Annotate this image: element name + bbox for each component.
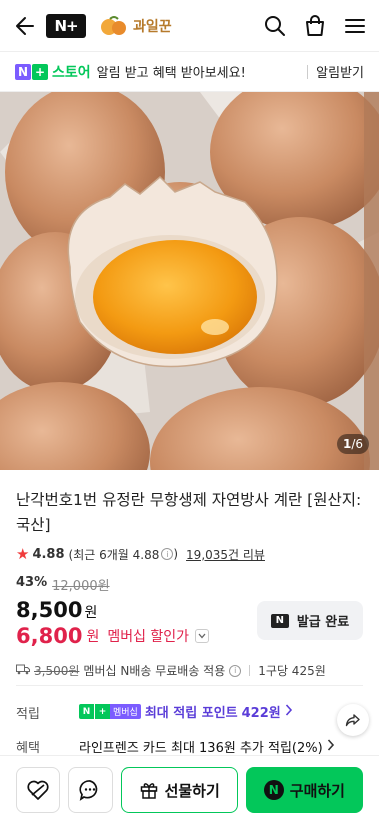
membership-badge-label: 멤버십 (110, 704, 141, 719)
shipping-row: 3,500원 멤버십 N배송 무료배송 적용 i 1구당 425원 (16, 662, 363, 679)
star-icon: ★ (16, 545, 30, 563)
review-link[interactable]: 19,035건 리뷰 (186, 546, 265, 563)
gift-icon (140, 783, 157, 799)
points-row[interactable]: N + 멤버십 최대 적립 포인트 422원 (79, 702, 293, 721)
membership-badge: N + 멤버십 (79, 704, 141, 719)
info-icon[interactable]: i (229, 664, 242, 677)
nplus-logo[interactable]: N+ (46, 13, 86, 38)
banner-message: 알림 받고 혜택 받아보세요! (96, 66, 246, 81)
buy-label: 구매하기 (289, 781, 345, 800)
heart-icon (27, 780, 49, 800)
product-image[interactable]: 1/6 (0, 92, 379, 470)
shipping-fee: 3,500원 (34, 664, 80, 678)
member-price-label: 멤버십 할인가 (107, 629, 190, 645)
discount-row: 43% 12,000원 (16, 575, 363, 594)
perks-row[interactable]: 라인프렌즈 카드 최대 136원 추가 적립(2%) (79, 737, 335, 756)
image-counter-total: /6 (351, 437, 363, 451)
member-price: 6,800 (16, 624, 83, 648)
brand-name: 과일꾼 (133, 18, 172, 35)
divider (16, 685, 363, 686)
sale-price: 8,500 (16, 598, 83, 622)
rating-detail-end: ) (173, 547, 179, 561)
store-brand[interactable]: 과일꾼 (100, 15, 172, 37)
chevron-down-icon[interactable] (195, 629, 210, 643)
menu-icon[interactable] (343, 14, 367, 38)
store-label: 스토어 (52, 64, 91, 81)
divider (307, 64, 309, 79)
member-price-unit: 원 (86, 629, 100, 645)
shipping-text: 멤버십 N배송 무료배송 적용 (83, 664, 226, 678)
wishlist-button[interactable] (16, 767, 61, 813)
chevron-right-icon (327, 738, 335, 755)
image-counter: 1/6 (336, 434, 369, 454)
perks-text: 라인프렌즈 카드 최대 136원 추가 적립(2%) (79, 741, 323, 756)
egg-photo (0, 92, 379, 470)
fruit-logo-icon (100, 15, 128, 37)
truck-icon (16, 664, 30, 678)
search-icon[interactable] (263, 14, 287, 38)
notify-button[interactable]: 알림받기 (316, 62, 364, 81)
perks-label: 혜택 (16, 741, 40, 756)
top-nav: N+ 과일꾼 (0, 0, 379, 52)
alert-banner: N + 스토어 알림 받고 혜택 받아보세요! 알림받기 (0, 52, 379, 92)
points-text: 최대 적립 포인트 (144, 706, 238, 721)
rating-score: 4.88 (32, 546, 65, 562)
product-info: 난각번호1번 유정란 무항생제 자연방사 계란 [원산지:국산] ★ 4.88 … (0, 470, 379, 679)
chat-icon (79, 780, 98, 801)
plus-icon: + (95, 704, 110, 719)
coupon-button[interactable]: N 발급 완료 (257, 601, 363, 640)
gift-button[interactable]: 선물하기 (120, 767, 238, 813)
chevron-right-icon (285, 703, 293, 720)
bottom-action-bar: 선물하기 N 구매하기 (0, 755, 379, 824)
n-badge-icon: N (15, 63, 31, 80)
gift-label: 선물하기 (164, 781, 220, 800)
naver-n-icon: N (263, 780, 284, 800)
original-price: 12,000원 (52, 579, 110, 594)
rating-row: ★ 4.88 (최근 6개월 4.88 i ) 19,035건 리뷰 (16, 545, 363, 563)
share-icon (345, 714, 360, 727)
per-unit-price: 1구당 425원 (258, 664, 326, 678)
naver-n-icon: N (79, 704, 94, 719)
share-button[interactable] (337, 704, 369, 736)
info-icon[interactable]: i (161, 548, 174, 560)
rating-detail: (최근 6개월 4.88 (68, 547, 160, 562)
coupon-label: 발급 완료 (296, 615, 350, 630)
discount-percent: 43% (16, 575, 48, 590)
plus-badge-icon: + (32, 63, 48, 80)
points-label: 적립 (16, 707, 40, 722)
buy-button[interactable]: N 구매하기 (245, 767, 363, 813)
shopping-bag-icon[interactable] (303, 14, 327, 38)
chat-button[interactable] (68, 767, 113, 813)
back-arrow-icon[interactable] (12, 14, 36, 38)
price-unit: 원 (84, 605, 98, 621)
points-value: 422원 (241, 706, 281, 721)
naver-n-icon: N (270, 613, 289, 628)
product-title: 난각번호1번 유정란 무항생제 자연방사 계란 [원산지:국산] (16, 491, 362, 534)
divider (249, 665, 251, 676)
